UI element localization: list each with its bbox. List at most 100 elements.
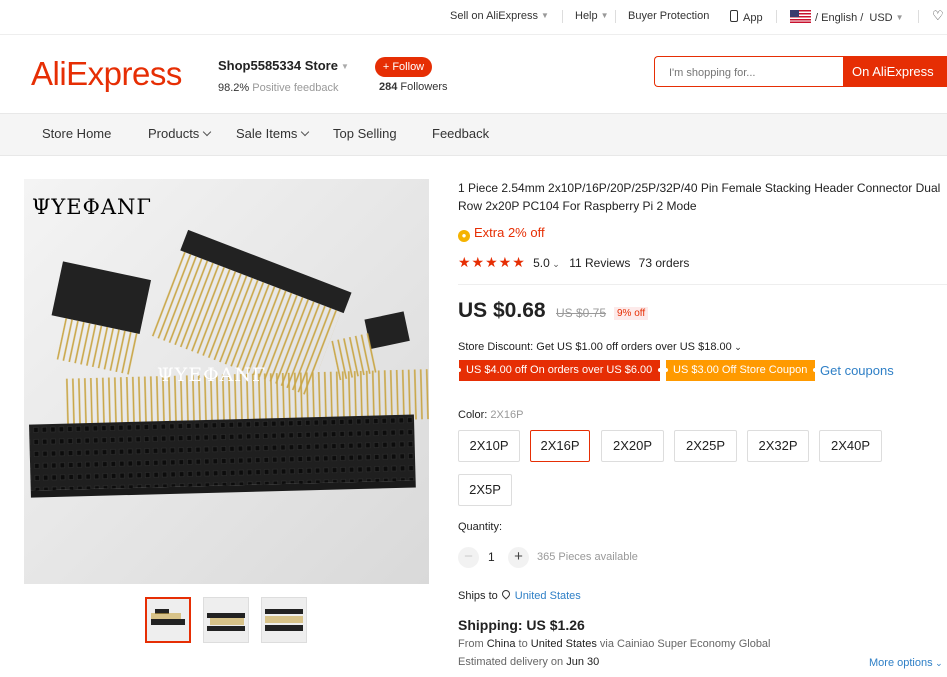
sku-option-2x20p[interactable]: 2X20P: [601, 430, 664, 462]
color-selected: 2X16P: [490, 409, 524, 421]
from-country: China: [486, 638, 516, 650]
sell-on-aliexpress-link[interactable]: Sell on AliExpress ▼: [450, 10, 549, 22]
extra-discount: ● Extra 2% off: [458, 225, 545, 242]
coupon-store[interactable]: US $3.00 Off Store Coupon: [664, 360, 817, 381]
thumbnail-image: [147, 599, 189, 641]
language-currency-selector[interactable]: / English / USD ▼: [790, 10, 904, 24]
logo-text: AliExpress: [31, 55, 182, 92]
ships-to-label: Ships to: [458, 590, 498, 602]
store-discount-label: Store Discount: Get US $1.00 off orders …: [458, 341, 732, 353]
phone-icon: [730, 10, 738, 22]
to-label: to: [518, 638, 528, 650]
nav-top-selling[interactable]: Top Selling: [333, 126, 397, 141]
estimated-delivery: Estimated delivery on Jun 30: [458, 656, 599, 668]
orders-count: 73 orders: [638, 256, 690, 270]
shipping-route: From China to United States via Cainiao …: [458, 638, 771, 650]
followers-count: 284 Followers: [379, 81, 448, 93]
sku-option-2x40p[interactable]: 2X40P: [819, 430, 882, 462]
current-price: US $0.68: [458, 299, 546, 322]
app-label: App: [743, 12, 763, 24]
ships-to: Ships to United States: [458, 588, 581, 602]
aliexpress-logo[interactable]: AliExpress: [31, 55, 182, 93]
discount-badge: 9% off: [614, 307, 649, 320]
sku-option-2x5p[interactable]: 2X5P: [458, 474, 512, 506]
delivery-date: Jun 30: [566, 656, 600, 668]
feedback-label: Positive feedback: [252, 82, 339, 94]
extra-off-label: Extra 2% off: [474, 225, 545, 240]
coin-icon: ●: [458, 230, 470, 242]
more-shipping-options-link[interactable]: More options ⌄: [869, 657, 943, 669]
divider: [562, 10, 563, 23]
rating-value[interactable]: 5.0 ⌄: [533, 256, 560, 270]
chevron-down-icon: ⌄: [731, 342, 742, 352]
reviews-link[interactable]: 11 Reviews: [569, 256, 630, 270]
wishlist-heart-icon[interactable]: ♡: [932, 8, 944, 24]
sell-label: Sell on AliExpress: [450, 10, 539, 22]
nav-products[interactable]: Products: [148, 126, 212, 141]
stock-available: 365 Pieces available: [537, 551, 638, 563]
thumbnail-image: [262, 598, 306, 642]
us-flag-icon: [790, 10, 811, 23]
buyer-protection-link[interactable]: Buyer Protection: [628, 10, 709, 22]
ships-to-country[interactable]: United States: [515, 590, 581, 602]
search-button[interactable]: On AliExpress: [843, 56, 947, 87]
sku-option-2x10p[interactable]: 2X10P: [458, 430, 520, 462]
shipping-cost: Shipping: US $1.26: [458, 617, 585, 633]
search-box: [654, 56, 851, 88]
search-input[interactable]: [655, 57, 851, 88]
sku-option-2x25p[interactable]: 2X25P: [674, 430, 737, 462]
help-label: Help: [575, 10, 598, 22]
follow-button[interactable]: + Follow: [375, 57, 432, 77]
store-name[interactable]: Shop5585334 Store ▼: [218, 58, 349, 73]
help-menu[interactable]: Help ▼: [575, 10, 609, 22]
quantity-increase-button[interactable]: +: [508, 547, 529, 568]
followers-label: Followers: [400, 81, 448, 93]
nav-products-label: Products: [148, 126, 200, 141]
color-label: Color: 2X16P: [458, 409, 523, 421]
product-main-image[interactable]: ΨΥΕΦΑΝΓ ΨΥΕΦΑΝΓ: [24, 179, 429, 584]
star-rating-icon: ★★★★★: [458, 254, 526, 270]
location-pin-icon: [500, 588, 512, 600]
divider: [458, 284, 947, 285]
chevron-down-icon: [203, 127, 212, 137]
chevron-down-icon: ⌄: [932, 658, 943, 668]
nav-sale-items-label: Sale Items: [236, 126, 298, 141]
divider: [615, 10, 616, 23]
quantity-decrease-button[interactable]: −: [458, 547, 479, 568]
product-title: 1 Piece 2.54mm 2x10P/16P/20P/25P/32P/40 …: [458, 181, 941, 213]
thumbnail-3[interactable]: [261, 597, 307, 643]
thumbnail-2[interactable]: [203, 597, 249, 643]
thumbnail-image: [204, 598, 248, 642]
divider: [776, 10, 777, 23]
more-options-label: More options: [869, 657, 933, 669]
quantity-input[interactable]: 1: [488, 550, 495, 564]
nav-feedback[interactable]: Feedback: [432, 126, 489, 141]
coupon-order-discount[interactable]: US $4.00 off On orders over US $6.00: [457, 360, 662, 381]
language-label: / English /: [815, 12, 864, 24]
caret-down-icon: ▼: [340, 62, 349, 71]
top-utility-bar: Sell on AliExpress ▼ Help ▼ Buyer Protecti…: [0, 0, 947, 35]
chevron-down-icon: ⌄: [549, 259, 560, 269]
store-discount[interactable]: Store Discount: Get US $1.00 off orders …: [458, 341, 742, 353]
sku-option-2x32p[interactable]: 2X32P: [747, 430, 809, 462]
get-coupons-link[interactable]: Get coupons: [820, 363, 894, 378]
sku-option-2x16p[interactable]: 2X16P: [530, 430, 590, 462]
watermark-text: ΨΥΕΦΑΝΓ: [32, 195, 152, 219]
currency-label: USD: [869, 12, 893, 24]
to-country: United States: [530, 638, 597, 650]
divider: [918, 10, 919, 23]
followers-number: 284: [379, 81, 398, 93]
rating-number: 5.0: [533, 256, 550, 270]
nav-sale-items[interactable]: Sale Items: [236, 126, 310, 141]
from-label: From: [458, 638, 484, 650]
delivery-label: Estimated delivery on: [458, 656, 564, 668]
store-feedback: 98.2% Positive feedback: [218, 82, 338, 94]
thumbnail-1[interactable]: [145, 597, 191, 643]
rating-row: ★★★★★ 5.0 ⌄ 11 Reviews 73 orders: [458, 254, 689, 271]
caret-down-icon: ▼: [895, 13, 904, 22]
feedback-percent: 98.2%: [218, 82, 250, 94]
nav-store-home[interactable]: Store Home: [42, 126, 111, 141]
chevron-down-icon: [301, 127, 310, 137]
app-link[interactable]: App: [730, 10, 763, 24]
original-price: US $0.75: [556, 306, 607, 320]
